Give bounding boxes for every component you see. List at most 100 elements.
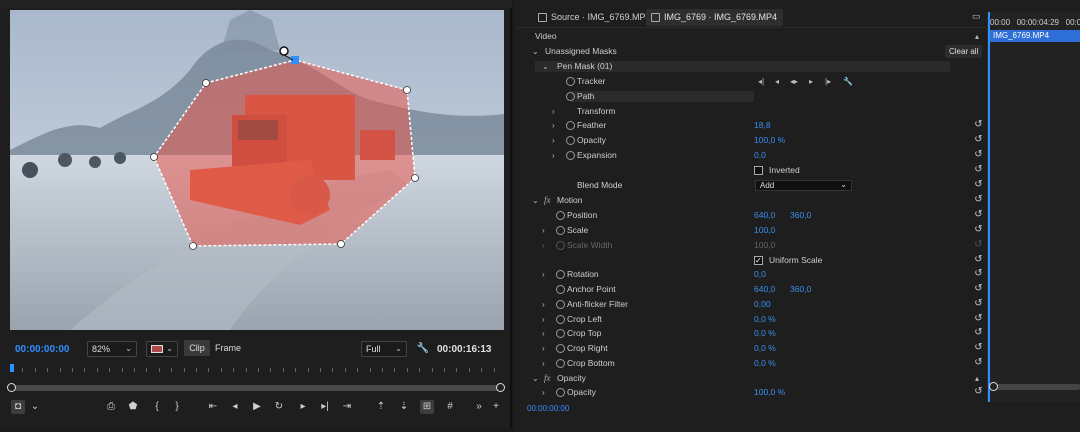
reset-icon[interactable]: ↺ <box>973 210 984 221</box>
guides-dropdown[interactable]: ⌄ <box>146 341 178 357</box>
step-forward-icon[interactable]: ▸ <box>296 400 310 414</box>
reset-icon[interactable]: ↺ <box>973 299 984 310</box>
chevron-right-icon[interactable]: › <box>542 297 545 312</box>
video-frame[interactable] <box>10 10 504 330</box>
go-to-in-icon[interactable]: ⇤ <box>206 400 220 414</box>
track-both-icon[interactable]: ◂▸ <box>790 74 798 89</box>
reset-icon[interactable]: ↺ <box>973 120 984 131</box>
more-icon[interactable]: » <box>472 400 486 414</box>
scale-value[interactable]: 100,0 <box>754 223 775 238</box>
play-icon[interactable]: ▶ <box>250 400 264 414</box>
mask-vertex[interactable] <box>403 86 411 94</box>
path-row[interactable]: Path <box>515 89 987 104</box>
stopwatch-icon[interactable] <box>566 77 575 86</box>
chevron-right-icon[interactable]: › <box>542 267 545 282</box>
panel-menu-icon[interactable]: ▭ <box>972 11 981 22</box>
reset-icon[interactable]: ↺ <box>973 195 984 206</box>
reset-icon[interactable]: ↺ <box>973 328 984 339</box>
inverted-checkbox[interactable] <box>754 166 763 175</box>
go-to-out-icon[interactable]: ⇥ <box>340 400 354 414</box>
expansion-value[interactable]: 0,0 <box>754 148 766 163</box>
track-back-frame-icon[interactable]: ◂ <box>775 74 779 89</box>
loop-icon[interactable]: ↻ <box>272 400 286 414</box>
tab-sequence-clip[interactable]: IMG_6769 · IMG_6769.MP4 <box>646 9 784 26</box>
crop-left-value[interactable]: 0,0 % <box>754 312 776 327</box>
chevron-right-icon[interactable]: › <box>542 356 545 371</box>
chevron-right-icon[interactable]: › <box>542 312 545 327</box>
chevron-down-icon[interactable]: ⌄ <box>542 59 549 74</box>
timeline-scroll-handle[interactable] <box>989 382 998 391</box>
reset-icon[interactable]: ↺ <box>973 314 984 325</box>
chevron-right-icon[interactable]: › <box>552 133 555 148</box>
track-forward-icon[interactable]: |▸ <box>825 74 831 89</box>
tab-source[interactable]: Source · IMG_6769.MP4 <box>533 9 657 26</box>
crop-top-value[interactable]: 0,0 % <box>754 326 776 341</box>
reset-icon[interactable]: ↺ <box>973 135 984 146</box>
chevron-right-icon[interactable]: › <box>552 104 555 119</box>
crop-right-value[interactable]: 0,0 % <box>754 341 776 356</box>
reset-icon[interactable]: ↺ <box>973 150 984 161</box>
stopwatch-icon[interactable] <box>556 388 565 397</box>
stopwatch-icon[interactable] <box>566 136 575 145</box>
reset-icon[interactable]: ↺ <box>973 180 984 191</box>
blend-mode-dropdown[interactable]: Add ⌄ <box>755 180 852 191</box>
stopwatch-icon[interactable] <box>556 211 565 220</box>
reset-icon[interactable]: ↺ <box>973 225 984 236</box>
stopwatch-icon[interactable] <box>566 92 575 101</box>
stopwatch-icon[interactable] <box>556 270 565 279</box>
current-timecode[interactable]: 00:00:00:00 <box>15 344 69 355</box>
stopwatch-icon[interactable] <box>556 329 565 338</box>
chevron-down-icon[interactable]: ⌄ <box>532 371 539 386</box>
chevron-right-icon[interactable]: › <box>542 326 545 341</box>
track-backward-icon[interactable]: ◂| <box>758 74 764 89</box>
position-y-value[interactable]: 360,0 <box>790 208 811 223</box>
timeline-scroll-bar[interactable] <box>989 382 1080 391</box>
chevron-down-icon[interactable]: ⌄ <box>532 193 539 208</box>
feather-value[interactable]: 18,8 <box>754 118 771 133</box>
playhead-marker[interactable] <box>10 364 14 372</box>
stopwatch-icon[interactable] <box>556 315 565 324</box>
reset-icon[interactable]: ↺ <box>973 269 984 280</box>
stopwatch-icon[interactable] <box>556 226 565 235</box>
mask-vertex[interactable] <box>202 79 210 87</box>
reset-icon[interactable]: ↺ <box>973 255 984 266</box>
zoom-dropdown[interactable]: 82% ⌄ <box>87 341 137 357</box>
scrub-bar[interactable] <box>7 383 505 392</box>
export-frame-icon[interactable]: ⎙ <box>104 400 118 414</box>
mark-out-icon[interactable]: } <box>170 400 184 414</box>
add-button-icon[interactable]: + <box>489 400 503 414</box>
timeline-clip[interactable]: IMG_6769.MP4 <box>990 30 1080 42</box>
rotation-value[interactable]: 0,0 <box>754 267 766 282</box>
anti-flicker-value[interactable]: 0,00 <box>754 297 771 312</box>
chevron-right-icon[interactable]: › <box>542 385 545 400</box>
stopwatch-icon[interactable] <box>556 300 565 309</box>
reset-icon[interactable]: ↺ <box>973 343 984 354</box>
timeline-playhead[interactable] <box>988 12 990 402</box>
fx-badge-icon[interactable]: fx <box>544 193 551 208</box>
mask-opacity-value[interactable]: 100,0 % <box>754 133 785 148</box>
chevron-right-icon[interactable]: › <box>542 223 545 238</box>
opacity-value[interactable]: 100,0 % <box>754 385 785 400</box>
view-clip-button[interactable]: Clip <box>184 340 210 356</box>
chevron-right-icon[interactable]: › <box>552 148 555 163</box>
fx-badge-icon[interactable]: fx <box>544 371 551 386</box>
pen-mask-row[interactable]: ⌄ Pen Mask (01) <box>515 59 987 74</box>
stopwatch-icon[interactable] <box>556 359 565 368</box>
reset-icon[interactable]: ↺ <box>973 387 984 398</box>
add-marker-icon[interactable]: ⬟ <box>126 400 140 414</box>
collapse-up-icon[interactable]: ▴ <box>975 29 979 44</box>
step-back-icon[interactable]: ◂ <box>228 400 242 414</box>
chevron-down-icon[interactable]: ⌄ <box>28 400 42 414</box>
effect-controls-timeline[interactable]: 00:00 00:00:04:29 00:00 IMG_6769.MP4 <box>987 12 1080 402</box>
chevron-right-icon[interactable]: › <box>542 341 545 356</box>
stopwatch-icon[interactable] <box>556 285 565 294</box>
mask-vertex[interactable] <box>337 240 345 248</box>
crop-bottom-value[interactable]: 0,0 % <box>754 356 776 371</box>
track-forward-frame-icon[interactable]: ▸ <box>809 74 813 89</box>
mark-in-icon[interactable]: { <box>150 400 164 414</box>
resolution-dropdown[interactable]: Full ⌄ <box>361 341 407 357</box>
uniform-scale-checkbox[interactable] <box>754 253 763 268</box>
safe-margins-icon[interactable]: # <box>443 400 457 414</box>
extract-icon[interactable]: ⇣ <box>397 400 411 414</box>
monitor-time-ruler[interactable] <box>10 362 504 374</box>
